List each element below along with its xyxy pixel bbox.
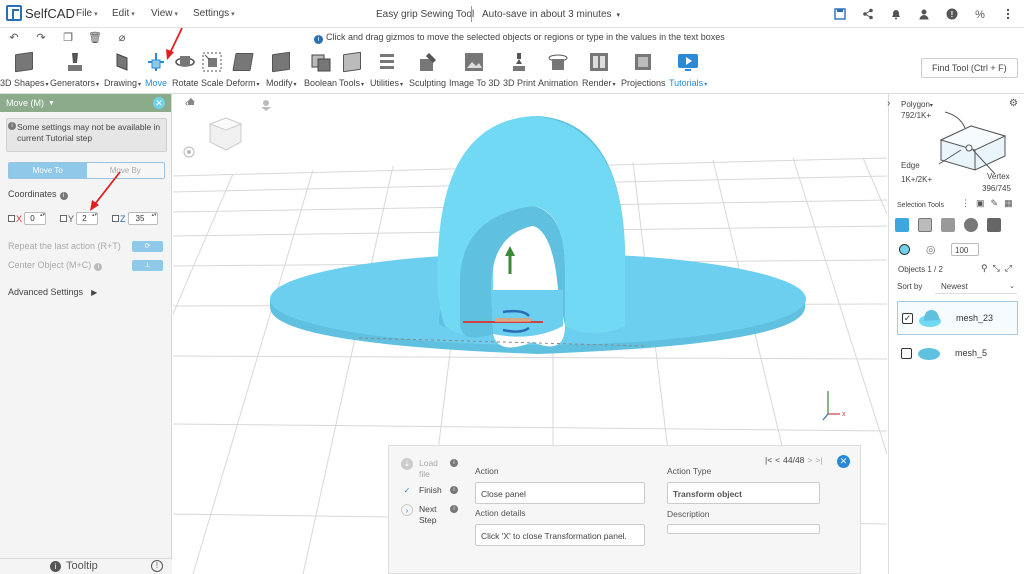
selfcad-app: SelfCAD File ▾ Edit ▾ View ▾ Settings ▾ Easy… [0, 0, 1024, 574]
annotation-arrows [90, 27, 183, 211]
